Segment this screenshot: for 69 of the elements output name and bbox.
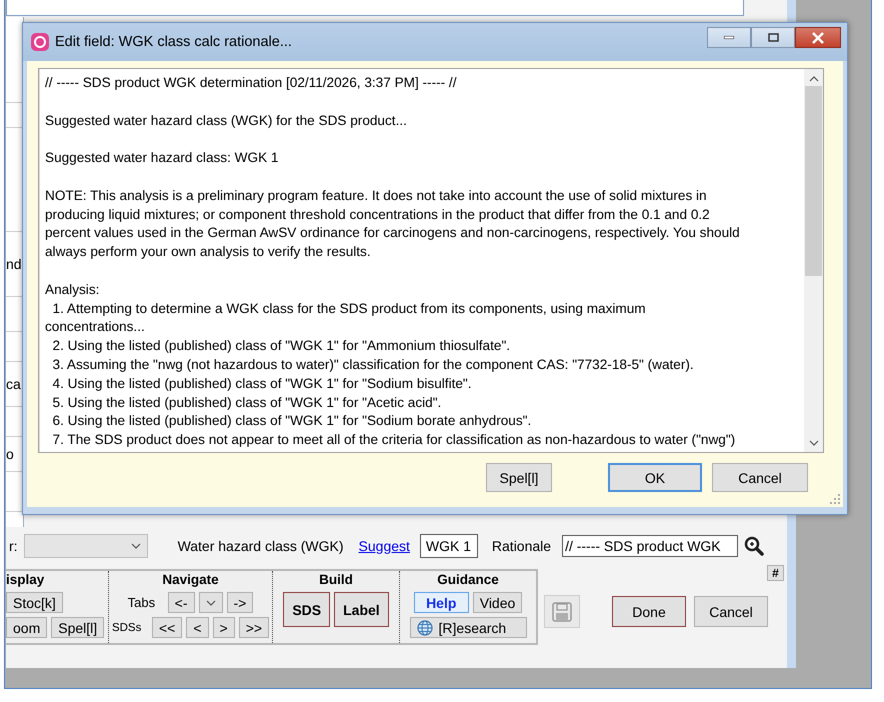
text-line: percent values used in the German AwSV ordinance for carcinogens and non-carcinogens, respectively. You should [45,224,741,242]
ok-button[interactable]: OK [608,463,702,492]
toolbar-button[interactable]: << [152,617,182,638]
row-label: SDSs [112,622,142,634]
toolbar-button[interactable]: Video [472,592,522,613]
text-line: Analysis: [45,280,100,299]
row-label: Tabs [128,595,156,610]
text-line: 5. Using the listed (published) class of "WGK 1" for "Acetic acid". [52,394,442,412]
toolbar-button[interactable]: > [212,617,235,638]
cancel-button[interactable]: Cancel [694,596,768,627]
close-icon [812,32,824,44]
zoom-icon[interactable] [744,536,764,556]
window-title: Edit field: WGK class calc rationale... [55,34,293,50]
group-title: isplay [6,571,44,588]
group-title: Navigate [162,571,219,588]
globe-icon [416,620,432,636]
label-fragment: ca [6,376,21,392]
text-line: Suggested water hazard class (WGK) for the SDS product... [45,112,408,130]
toolbar-button[interactable]: Spel[l] [51,617,104,638]
grid-button[interactable]: # [767,565,784,581]
text-line: 1. Attempting to determine a WGK class for the SDS product from its components, using maximum [52,300,647,318]
group-title: Build [319,571,353,588]
text-line: // ----- SDS product WGK determination [02/11/2026, 3:37 PM] ----- // [45,74,458,92]
spell-button[interactable]: Spel[l] [486,463,552,492]
text-line: always perform your own analysis to verify the results. [45,243,372,262]
text-line: Suggested water hazard class: WGK 1 [45,149,280,168]
scrollbar[interactable] [804,69,823,452]
wgk-field[interactable]: WGK 1 [420,534,478,558]
group-title: Guidance [437,571,499,588]
toolbar-button[interactable]: Stoc[k] [6,592,63,613]
maximize-icon [768,33,778,42]
minimize-icon [724,36,734,39]
help-button[interactable]: Help [414,592,469,613]
text-line: 7. The SDS product does not appear to meet all of the criteria for classification as non-hazardous to water ("nwg") [52,431,736,450]
field-label: Water hazard class (WGK) [178,538,344,554]
build-button[interactable]: SDS [283,592,330,627]
rationale-field[interactable]: // ----- SDS product WGK [562,535,738,557]
label-fragment: o [6,446,14,462]
text-field[interactable] [6,0,744,16]
text-line: 6. Using the listed (published) class of "WGK 1" for "Sodium borate anhydrous". [52,412,532,430]
done-button[interactable]: Done [612,596,686,627]
scroll-up-icon [809,76,818,82]
label-fragment: nd [6,256,22,272]
research-button[interactable]: [R]esearch [410,617,527,638]
suggest-link[interactable]: Suggest [358,538,410,554]
toolbar-button[interactable]: -> [226,592,254,613]
field-label: r: [9,538,18,554]
text-area[interactable] [38,68,824,453]
toolbar-button[interactable]: < [186,617,208,638]
text-line: 3. Assuming the "nwg (not hazardous to water)" classification for the component CAS: "7732-18-5" (water). [52,356,695,374]
text-line: producing liquid mixtures; or component threshold concentrations in the product that differ from the 0.1 and 0.2 [45,206,711,224]
cancel-button[interactable]: Cancel [712,463,808,492]
maximize-button[interactable] [751,27,795,48]
dropdown-button[interactable] [198,592,222,613]
build-button[interactable]: Label [334,592,389,627]
app-icon [31,33,49,51]
text-line: concentrations... [45,318,146,336]
text-line: 4. Using the listed (published) class of "WGK 1" for "Sodium bisulfite". [52,374,473,393]
resize-grip-icon [830,494,840,504]
toolbar-button[interactable]: <- [168,592,194,613]
chevron-icon [206,600,216,606]
text-line: 2. Using the listed (published) class of "WGK 1" for "Ammonium thiosulfate". [52,337,512,356]
scroll-down-icon [809,440,818,446]
field-label: Rationale [492,538,552,554]
text-line: NOTE: This analysis is a preliminary program feature. It does not take into account the use of solid mixtures in [45,186,708,205]
toolbar-button[interactable]: oom [6,617,48,638]
toolbar-button[interactable]: >> [238,617,270,638]
chevron-icon [130,543,141,549]
close-button[interactable] [795,27,841,48]
